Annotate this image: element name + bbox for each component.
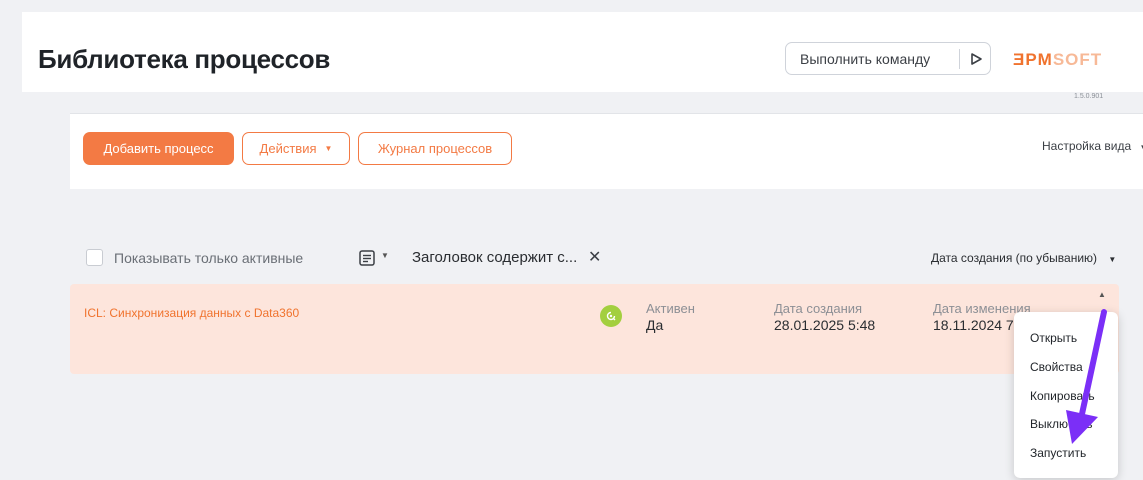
logo-main: ƎPM	[1013, 50, 1053, 69]
menu-item-disable[interactable]: Выключить	[1030, 417, 1092, 431]
logo-soft: SOFT	[1052, 50, 1103, 69]
chevron-down-icon: ▼	[1140, 143, 1143, 152]
chevron-down-icon: ▼	[324, 144, 333, 153]
chevron-down-icon[interactable]: ▼	[381, 251, 389, 260]
toolbar: Добавить процесс Действия ▼ Журнал проце…	[70, 113, 1143, 189]
command-divider	[959, 49, 960, 69]
page-header: Библиотека процессов Выполнить команду Ǝ…	[22, 12, 1143, 100]
created-value: 28.01.2025 5:48	[774, 317, 876, 333]
only-active-checkbox[interactable]	[86, 249, 103, 266]
created-label: Дата создания	[774, 301, 863, 316]
close-icon[interactable]: ✕	[588, 247, 601, 267]
sort-dropdown[interactable]: Дата создания (по убыванию) ▼	[931, 251, 1116, 265]
play-icon[interactable]	[966, 49, 986, 69]
chevron-up-icon[interactable]: ▲	[1098, 290, 1106, 299]
menu-item-open[interactable]: Открыть	[1030, 331, 1077, 345]
add-process-button[interactable]: Добавить процесс	[83, 132, 234, 165]
filter-list-icon[interactable]	[358, 249, 376, 267]
active-label: Активен	[646, 301, 695, 316]
menu-item-properties[interactable]: Свойства	[1030, 360, 1083, 374]
page-title: Библиотека процессов	[38, 44, 331, 74]
record-title-link[interactable]: ICL: Синхронизация данных с Data360	[84, 306, 299, 320]
only-active-label[interactable]: Показывать только активные	[114, 250, 303, 266]
actions-button-label: Действия	[259, 141, 317, 156]
version-label: 1.5.0.901	[1074, 93, 1104, 100]
active-status-icon	[600, 305, 622, 327]
view-settings-label: Настройка вида	[1042, 139, 1132, 153]
filter-tag[interactable]: Заголовок содержит с...	[412, 249, 577, 266]
command-input[interactable]: Выполнить команду	[785, 42, 991, 75]
logo: ƎPMSOFT	[1013, 50, 1102, 70]
active-value: Да	[646, 317, 664, 333]
chevron-down-icon: ▼	[1108, 255, 1117, 264]
menu-item-copy[interactable]: Копировать	[1030, 389, 1095, 403]
filter-bar: Показывать только активные ▼ Заголовок с…	[70, 242, 1143, 274]
actions-button[interactable]: Действия ▼	[242, 132, 350, 165]
menu-item-run[interactable]: Запустить	[1030, 446, 1086, 460]
record-context-menu: Открыть Свойства Копировать Выключить За…	[1014, 312, 1118, 478]
view-settings-button[interactable]: Настройка вида ▼	[1042, 139, 1143, 153]
process-log-button[interactable]: Журнал процессов	[358, 132, 512, 165]
list-item[interactable]: ICL: Синхронизация данных с Data360 Акти…	[70, 284, 1119, 374]
command-input-label: Выполнить команду	[800, 51, 931, 67]
sort-label: Дата создания (по убыванию)	[931, 251, 1098, 265]
